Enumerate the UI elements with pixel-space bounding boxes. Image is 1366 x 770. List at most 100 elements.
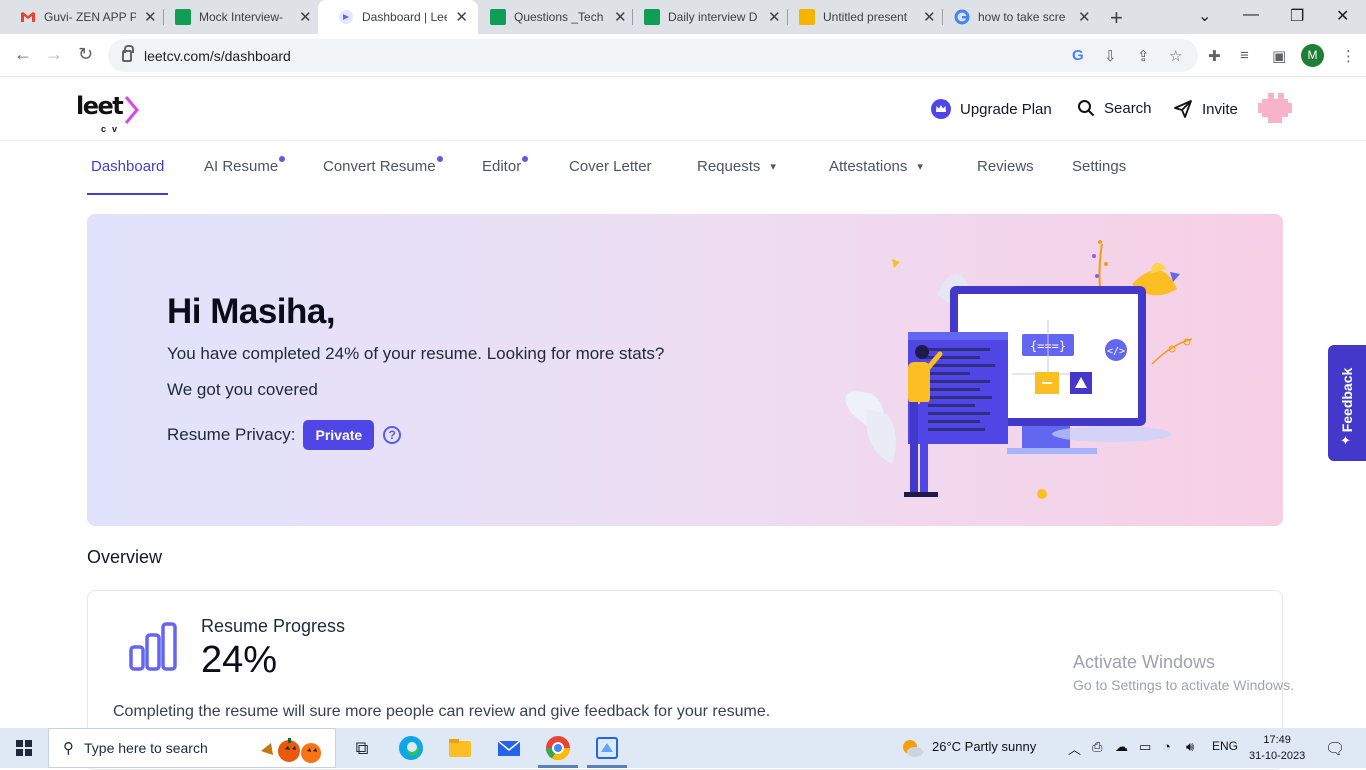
install-app-icon[interactable]: ⇩ [1104,47,1117,65]
bar-chart-icon [129,622,177,671]
invite-button[interactable]: Invite [1173,99,1238,119]
reload-icon[interactable]: ↻ [78,44,93,65]
tab-search-chevron-icon[interactable]: ⌄ [1198,6,1211,26]
app-header: leet cv Upgrade Plan Search Invite [0,77,1366,141]
tab-requests[interactable]: Requests ▾ [697,158,776,175]
chevron-up-icon[interactable]: ︿ [1068,739,1081,758]
url-text[interactable]: leetcv.com/s/dashboard [144,48,291,64]
paint-app-icon[interactable] [593,734,621,762]
browser-tab[interactable]: how to take scre ✕ [934,0,1101,34]
search-button[interactable]: Search [1077,99,1152,117]
search-icon [1078,100,1095,117]
tab-attestations[interactable]: Attestations ▾ [829,158,923,175]
browser-tab[interactable]: Mock Interview- ✕ [155,0,322,34]
upgrade-plan-button[interactable]: Upgrade Plan [931,99,1052,119]
user-avatar[interactable] [1258,93,1292,123]
lock-icon[interactable] [122,44,134,62]
tab-cover-letter[interactable]: Cover Letter [569,158,652,175]
weather-text[interactable]: 26°C Partly sunny [932,739,1036,754]
tab-reviews[interactable]: Reviews [977,158,1034,175]
restore-button[interactable]: ❐ [1290,6,1304,26]
chrome-menu-icon[interactable]: ⋮ [1341,47,1356,65]
close-window-button[interactable]: ✕ [1336,6,1349,26]
wifi-icon[interactable]: ◔ [1163,739,1171,754]
address-bar[interactable]: leetcv.com/s/dashboard [108,39,1198,72]
invite-label: Invite [1202,100,1238,118]
new-badge-dot [436,156,443,162]
battery-icon[interactable]: ▭ [1139,739,1151,755]
tab-ai-resume[interactable]: AI Resume [204,156,286,175]
file-explorer-icon[interactable] [446,734,474,762]
browser-tab[interactable]: Questions _Tech ✕ [470,0,637,34]
help-circle-icon[interactable]: ? [383,426,402,444]
new-badge-dot [279,156,286,162]
task-view-icon[interactable]: ⧉ [348,734,376,762]
language-indicator[interactable]: ENG [1212,739,1238,753]
tab-dashboard[interactable]: Dashboard [91,158,164,175]
leetcv-logo[interactable]: leet cv [76,92,146,138]
tab-title: Mock Interview- [199,10,284,24]
tab-convert-resume[interactable]: Convert Resume [323,156,443,175]
onedrive-icon[interactable]: ☁ [1115,739,1128,755]
privacy-toggle-button[interactable]: Private [303,420,375,450]
side-panel-icon[interactable]: ▣ [1272,47,1286,65]
close-tab-icon[interactable]: ✕ [1078,8,1091,26]
tab-title: how to take scre [978,10,1066,24]
taskbar-search-box[interactable]: ⚲ Type here to search [48,728,336,768]
browser-tab[interactable]: Untitled present ✕ [779,0,946,34]
watermark-subtitle: Go to Settings to activate Windows. [1073,677,1294,693]
tab-label: Editor [482,158,522,175]
media-control-icon[interactable]: ≡ [1240,47,1249,64]
sparkle-icon: ✦ [1340,433,1351,448]
browser-tab-active[interactable]: Dashboard | Leet ✕ [318,0,478,34]
search-label: Search [1104,99,1152,117]
activate-windows-watermark: Activate Windows Go to Settings to activ… [1073,652,1294,693]
browser-tab[interactable]: Guvi- ZEN APP P ✕ [0,0,167,34]
slides-icon [799,9,815,25]
progress-description: Completing the resume will sure more peo… [113,703,771,720]
notification-icon[interactable]: 🗨︎ [1325,739,1345,759]
google-lens-icon[interactable]: G [1072,47,1084,64]
volume-icon[interactable]: 🔊︎ [1186,739,1194,755]
close-tab-icon[interactable]: ✕ [455,8,468,26]
tab-settings[interactable]: Settings [1072,158,1126,175]
overview-heading: Overview [87,547,163,567]
active-tab-indicator [87,193,168,195]
system-clock[interactable]: 17:49 31-10-2023 [1249,732,1305,764]
feedback-button[interactable]: Feedback ✦ [1328,345,1366,461]
tab-title: Questions _Tech [514,10,604,24]
feedback-label: Feedback [1339,367,1355,433]
extensions-icon[interactable]: ✚ [1208,47,1221,65]
bookmark-star-icon[interactable]: ☆ [1169,47,1182,65]
chrome-icon[interactable] [544,734,572,762]
watermark-title: Activate Windows [1073,652,1216,672]
browser-tab[interactable]: Daily interview D ✕ [624,0,791,34]
share-icon[interactable]: ⇪ [1137,47,1150,65]
new-badge-dot [522,156,529,162]
close-tab-icon[interactable]: ✕ [299,8,312,26]
windows-start-icon[interactable] [16,740,32,756]
clock-time: 17:49 [1263,734,1291,746]
logo-text: leet [76,92,124,120]
halloween-pumpkin-icon [261,738,321,763]
profile-avatar[interactable]: M [1301,44,1324,67]
chevron-down-icon: ▾ [770,161,776,173]
new-tab-button[interactable]: + [1110,5,1123,31]
browser-toolbar: ← → ↻ leetcv.com/s/dashboard G ⇩ ⇪ ☆ ✚ ≡… [0,34,1366,77]
windows-taskbar: ⚲ Type here to search ⧉ 26°C Partly sunn… [0,728,1366,768]
mail-icon[interactable] [495,734,523,762]
tab-title: Dashboard | Leet [362,10,448,24]
search-placeholder: Type here to search [84,740,208,756]
tab-title: Daily interview D [668,10,758,24]
meet-now-icon[interactable]: ⎙ [1092,739,1102,755]
tab-editor[interactable]: Editor [482,156,529,175]
forward-arrow-icon[interactable]: → [45,44,63,65]
browser-tab-strip: Guvi- ZEN APP P ✕ Mock Interview- ✕ Dash… [0,0,1366,34]
tab-label: Requests [697,158,761,175]
back-arrow-icon[interactable]: ← [14,44,32,65]
crown-icon [931,99,951,119]
minimize-button[interactable]: — [1243,6,1259,24]
svg-text:</>: </> [1107,346,1125,357]
edge-browser-icon[interactable] [397,734,425,762]
sheets-icon [490,9,506,25]
